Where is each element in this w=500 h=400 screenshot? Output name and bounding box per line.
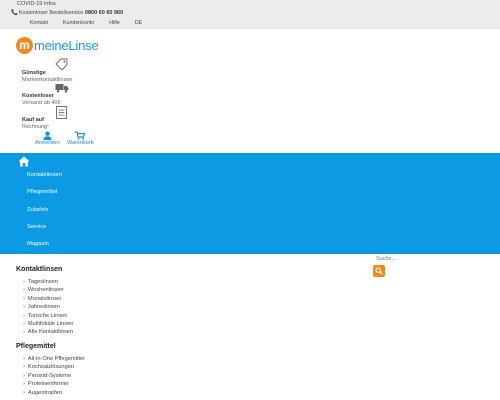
chevron-right-icon: ›	[23, 373, 25, 379]
section-title-kontaktlinsen: Kontaktlinsen	[16, 266, 63, 273]
nav-item-service[interactable]: Service	[27, 224, 46, 230]
list-item-label: Tageslinsen	[27, 279, 58, 285]
chevron-right-icon: ›	[23, 381, 25, 387]
truck-icon	[55, 84, 69, 93]
list-item[interactable]: › Monatslinsen	[23, 296, 61, 302]
list-item-label: Multifokale Linsen	[27, 321, 74, 327]
list-item-label: Wochenlinsen	[27, 287, 64, 293]
list-item[interactable]: › Jahreslinsen	[23, 304, 60, 310]
chevron-right-icon: ›	[23, 356, 25, 362]
list-item[interactable]: › Multifokale Linsen	[23, 321, 73, 327]
usp-shipping: Kostenloser Versand ab 40€	[22, 93, 61, 106]
list-item[interactable]: › Kochsalzlösungen	[23, 364, 74, 370]
logo-mark: m	[16, 36, 33, 54]
usp-price: Günstige Markenkontaktlinsen	[22, 70, 72, 83]
search-icon	[375, 267, 383, 275]
hotline-label: Kostenloser Bestellservice	[18, 10, 84, 16]
top-nav-kontakt[interactable]: Kontakt	[30, 20, 48, 26]
list-item[interactable]: › Alle Kontaktlinsen	[23, 329, 73, 335]
list-item[interactable]: › Peroxid-Systeme	[23, 373, 71, 379]
chevron-right-icon: ›	[23, 287, 25, 293]
top-utility-bar: COVID-19 Infos 📞Kostenloser Bestellservi…	[0, 0, 500, 29]
list-item-label: Augentropfen	[27, 390, 63, 396]
tag-icon	[55, 58, 68, 70]
chevron-right-icon: ›	[23, 329, 25, 335]
logo-text: meineLinse	[34, 37, 99, 53]
list-item[interactable]: › Wochenlinsen	[23, 287, 64, 293]
list-item-label: Torische Linsen	[27, 313, 68, 319]
nav-item-pflegemittel[interactable]: Pflegemittel	[27, 189, 57, 195]
search-button[interactable]	[373, 265, 385, 277]
nav-item-magazin[interactable]: Magazin	[27, 241, 49, 247]
cart-label: Warenkorb	[67, 140, 94, 146]
cart-icon	[75, 131, 86, 140]
chevron-right-icon: ›	[23, 390, 25, 396]
user-icon	[43, 131, 52, 140]
list-item-label: Proteinentferner	[27, 381, 69, 387]
top-nav-language[interactable]: DE	[135, 20, 142, 26]
list-item[interactable]: › Augentropfen	[23, 390, 62, 396]
chevron-right-icon: ›	[23, 304, 25, 310]
cart-button[interactable]: Warenkorb	[67, 131, 94, 146]
list-item-label: Monatslinsen	[27, 296, 62, 302]
site-logo[interactable]: m meineLinse	[16, 36, 99, 54]
nav-item-kontaktlinsen[interactable]: Kontaktlinsen	[27, 172, 62, 178]
hotline: 📞Kostenloser Bestellservice 0800 60 60 9…	[11, 10, 123, 16]
usp-subtitle: Versand ab 40€	[22, 99, 61, 106]
section-title-pflegemittel: Pflegemittel	[16, 343, 56, 350]
list-item-label: All-in-One Pflegemittel	[27, 356, 85, 362]
hotline-number[interactable]: 0800 60 60 960	[85, 10, 123, 16]
list-item-label: Jahreslinsen	[27, 304, 60, 310]
top-nav-hilfe[interactable]: Hilfe	[109, 20, 120, 26]
main-navigation	[0, 153, 500, 254]
chevron-right-icon: ›	[23, 296, 25, 302]
list-item-label: Peroxid-Systeme	[27, 373, 72, 379]
chevron-right-icon: ›	[23, 279, 25, 285]
usp-subtitle: Rechnung¹	[22, 123, 49, 130]
chevron-right-icon: ›	[23, 321, 25, 327]
invoice-icon	[56, 106, 67, 119]
covid-info-link[interactable]: COVID-19 Infos	[17, 1, 56, 7]
phone-icon: 📞	[11, 10, 18, 16]
list-item[interactable]: › Proteinentferner	[23, 381, 69, 387]
list-item-label: Alle Kontaktlinsen	[27, 329, 74, 335]
login-label: Anmelden	[35, 140, 60, 146]
list-item[interactable]: › Torische Linsen	[23, 313, 67, 319]
chevron-right-icon: ›	[23, 364, 25, 370]
nav-item-zubehoer[interactable]: Zubehör	[27, 207, 49, 213]
home-icon[interactable]	[18, 156, 30, 167]
top-nav: Kontakt Kundenkonto Hilfe DE	[30, 20, 157, 26]
chevron-right-icon: ›	[23, 313, 25, 319]
list-item[interactable]: › All-in-One Pflegemittel	[23, 356, 85, 362]
list-item-label: Kochsalzlösungen	[27, 364, 75, 370]
list-item[interactable]: › Tageslinsen	[23, 279, 58, 285]
login-button[interactable]: Anmelden	[35, 131, 60, 146]
top-nav-kundenkonto[interactable]: Kundenkonto	[63, 20, 94, 26]
search-input[interactable]	[373, 254, 483, 264]
usp-invoice: Kauf auf Rechnung¹	[22, 117, 49, 130]
